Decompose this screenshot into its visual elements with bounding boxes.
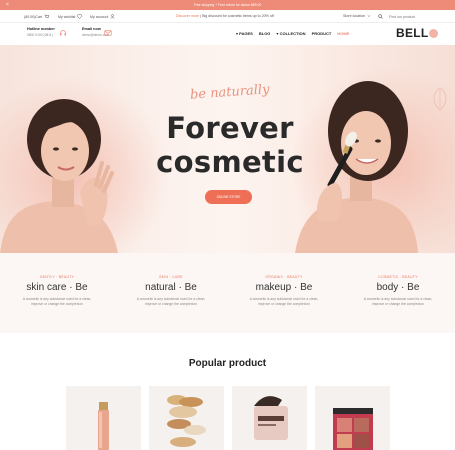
product-image bbox=[333, 408, 373, 450]
feature-skin-care: GENTLY · BEAUTY skin care · Be A cosmeti… bbox=[7, 275, 107, 307]
feature-desc: A cosmetic is any substance used for a c… bbox=[249, 297, 319, 306]
search-input[interactable] bbox=[389, 14, 429, 19]
discount-banner: Discover more | Big discount for cosmeti… bbox=[176, 14, 274, 18]
feature-desc: A cosmetic is any substance used for a c… bbox=[363, 297, 433, 306]
wishlist-link[interactable]: My wishlist bbox=[58, 14, 83, 19]
discover-link[interactable]: Discover more bbox=[176, 14, 199, 18]
feature-title[interactable]: body · Be bbox=[348, 282, 448, 293]
leaf-icon bbox=[433, 87, 447, 111]
account-label: My account bbox=[90, 14, 109, 19]
feature-title[interactable]: makeup · Be bbox=[234, 282, 334, 293]
heart-icon bbox=[77, 14, 83, 19]
utility-bar: (80.00)Cart My wishlist My account Disco… bbox=[0, 10, 455, 23]
cart-label: (80.00)Cart bbox=[24, 14, 43, 19]
feature-makeup: ORGANIC · BEAUTY makeup · Be A cosmetic … bbox=[234, 275, 334, 307]
feature-kicker: ORGANIC · BEAUTY bbox=[265, 275, 303, 279]
feature-body: COSMETIC · BEAUTY body · Be A cosmetic i… bbox=[348, 275, 448, 307]
hero-title-line2: cosmetic bbox=[156, 145, 304, 179]
hotline-title: Hotline number bbox=[27, 27, 55, 31]
product-card-palette[interactable] bbox=[315, 386, 390, 450]
feature-kicker: SKIN · CARE bbox=[159, 275, 183, 279]
hero-title: Forever cosmetic bbox=[140, 111, 320, 179]
user-icon bbox=[110, 14, 115, 19]
popular-product-title: Popular product bbox=[188, 358, 267, 369]
feature-kicker: GENTLY · BEAUTY bbox=[39, 275, 75, 279]
wishlist-label: My wishlist bbox=[58, 14, 76, 19]
search-box[interactable] bbox=[378, 13, 438, 20]
logo-mark bbox=[428, 29, 438, 38]
mail-icon bbox=[104, 30, 112, 36]
model-left-image bbox=[0, 99, 118, 253]
product-image bbox=[167, 395, 206, 447]
discount-text: | Big discount for cosmetic items up to … bbox=[200, 14, 274, 18]
feature-title[interactable]: skin care · Be bbox=[7, 282, 107, 293]
product-card-powder[interactable] bbox=[149, 386, 224, 450]
brand-logo[interactable]: BELL bbox=[396, 26, 438, 40]
online-store-button[interactable]: ONLINE STORE bbox=[205, 190, 252, 204]
main-menu: ▾ PAGES BLOG ▾ COLLECTION PRODUCT HOME bbox=[236, 31, 349, 36]
promo-text: Free shipping + Free return for above $8… bbox=[193, 3, 262, 7]
hero-title-line1: Forever bbox=[166, 111, 294, 145]
menu-item-pages[interactable]: ▾ PAGES bbox=[236, 31, 253, 36]
cart-icon bbox=[44, 14, 50, 18]
hero-banner: be naturally Forever cosmetic ONLINE STO… bbox=[0, 45, 455, 253]
logo-text: BELL bbox=[396, 26, 429, 40]
feature-natural: SKIN · CARE natural · Be A cosmetic is a… bbox=[121, 275, 221, 307]
menu-item-home[interactable]: HOME bbox=[337, 31, 349, 36]
headset-icon bbox=[60, 30, 66, 36]
hero-tagline: be naturally bbox=[189, 82, 270, 103]
close-icon[interactable]: × bbox=[6, 2, 9, 8]
feature-desc: A cosmetic is any substance used for a c… bbox=[22, 297, 92, 306]
feature-kicker: COSMETIC · BEAUTY bbox=[378, 275, 418, 279]
store-location-link[interactable]: Store location bbox=[343, 14, 371, 18]
account-link[interactable]: My account bbox=[90, 14, 115, 19]
product-card-brush[interactable] bbox=[232, 386, 307, 450]
features-section: GENTLY · BEAUTY skin care · Be A cosmeti… bbox=[0, 253, 455, 333]
menu-item-collection[interactable]: ▾ COLLECTION bbox=[276, 31, 305, 36]
product-card-foundation[interactable] bbox=[66, 386, 141, 450]
search-icon[interactable] bbox=[378, 14, 383, 19]
store-location-label: Store location bbox=[343, 14, 365, 18]
product-image bbox=[98, 402, 109, 450]
main-header: Hotline number 0800 0100 (0811) Email no… bbox=[0, 23, 455, 45]
feature-title[interactable]: natural · Be bbox=[121, 282, 221, 293]
menu-item-product[interactable]: PRODUCT bbox=[312, 31, 332, 36]
feature-desc: A cosmetic is any substance used for a c… bbox=[136, 297, 206, 306]
hotline-value[interactable]: 0800 0100 (0811) bbox=[27, 33, 55, 37]
cart-link[interactable]: (80.00)Cart bbox=[24, 14, 50, 19]
product-grid bbox=[0, 386, 455, 450]
menu-item-blog[interactable]: BLOG bbox=[259, 31, 271, 36]
product-image bbox=[254, 396, 288, 440]
chevron-down-icon bbox=[367, 15, 371, 17]
hotline-block: Hotline number 0800 0100 (0811) bbox=[27, 27, 55, 37]
promo-bar: × Free shipping + Free return for above … bbox=[0, 0, 455, 10]
